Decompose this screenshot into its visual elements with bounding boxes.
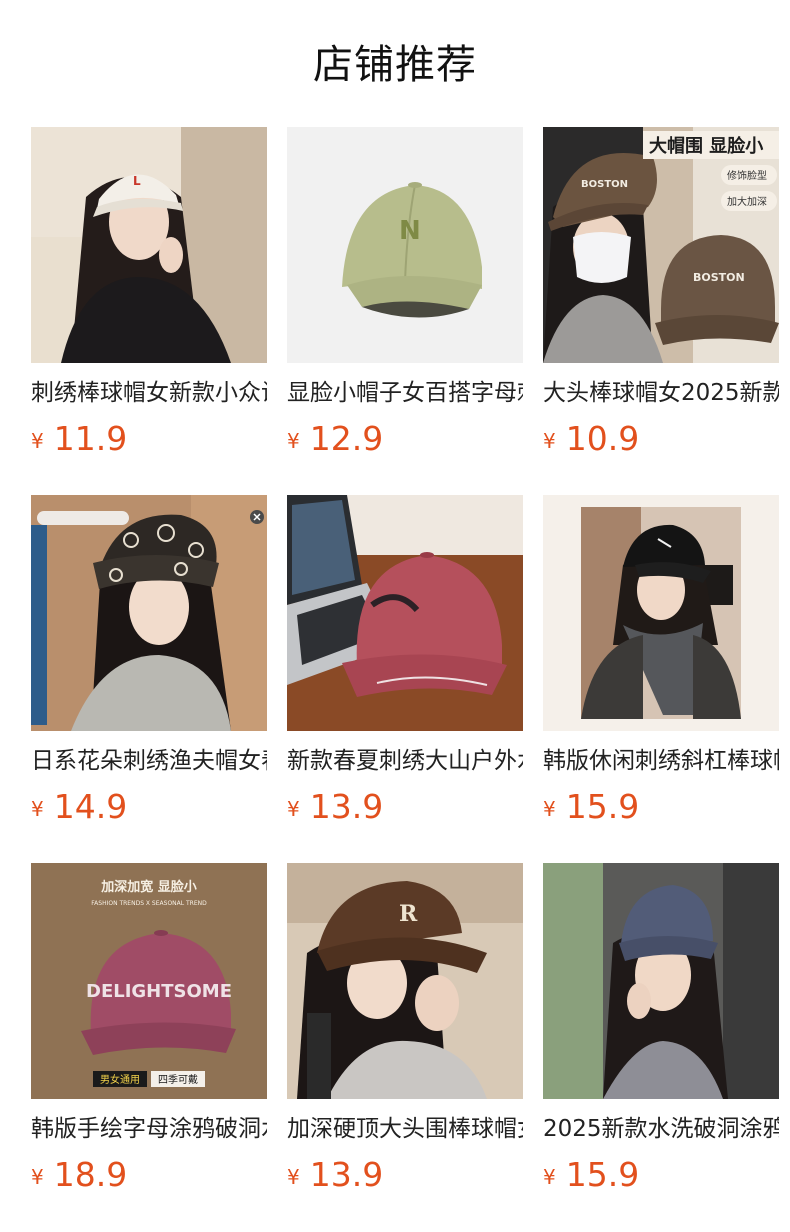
tag-text: 加大加深 [727, 195, 767, 208]
product-name: 加深硬顶大头围棒球帽女显脸小鸭舌帽 [287, 1116, 523, 1142]
svg-text:BOSTON: BOSTON [581, 179, 628, 190]
product-card[interactable]: 新款春夏刺绣大山户外水洗做旧棒球帽 ¥13.9 [287, 495, 523, 826]
currency-symbol: ¥ [287, 1165, 300, 1189]
product-name: 刺绣棒球帽女新款小众设计感百搭显脸小鸭舌帽 [31, 380, 267, 406]
product-price: ¥18.9 [31, 1155, 267, 1194]
product-price: ¥13.9 [287, 1155, 523, 1194]
currency-symbol: ¥ [287, 797, 300, 821]
tag-text: 修饰脸型 [727, 169, 767, 182]
product-card[interactable]: BOSTON BOSTON 大帽围 显脸小 修饰脸型 加大加深 大头棒球帽女20… [543, 127, 779, 458]
price-value: 15.9 [565, 1155, 640, 1194]
product-card[interactable]: 韩版休闲刺绣斜杠棒球帽女百搭鸭舌帽 ¥15.9 [543, 495, 779, 826]
product-card[interactable]: R 加深硬顶大头围棒球帽女显脸小鸭舌帽 ¥13.9 [287, 863, 523, 1194]
tagline-text: FASHION TRENDS X SEASONAL TREND [91, 900, 207, 907]
cap-print-text: DELIGHTSOME [86, 981, 232, 1002]
product-image[interactable] [543, 495, 779, 731]
product-card[interactable]: 加深加宽 显脸小 FASHION TRENDS X SEASONAL TREND… [31, 863, 267, 1194]
product-price: ¥11.9 [31, 419, 267, 458]
product-price: ¥15.9 [543, 787, 779, 826]
product-price: ¥14.9 [31, 787, 267, 826]
product-image[interactable]: 加深加宽 显脸小 FASHION TRENDS X SEASONAL TREND… [31, 863, 267, 1099]
svg-text:N: N [399, 216, 421, 246]
store-recommendations-page: 店铺推荐 L 刺绣棒球帽女新款小众 ¥ 11.9 N 显脸小帽子女百搭字母 ¥ … [0, 0, 790, 1232]
currency-symbol: ¥ [287, 429, 300, 453]
price-value: 12.9 [309, 419, 384, 458]
banner-text: 加深加宽 显脸小 [100, 879, 197, 895]
price-value: 13.9 [309, 1155, 384, 1194]
currency-symbol: ¥ [543, 1165, 556, 1189]
product-name: 日系花朵刺绣渔夫帽女春夏百搭显脸小盆帽 [31, 748, 267, 774]
product-name: 新款春夏刺绣大山户外水洗做旧棒球帽 [287, 748, 523, 774]
product-price: ¥10.9 [543, 419, 779, 458]
price-value: 14.9 [53, 787, 128, 826]
product-price: ¥13.9 [287, 787, 523, 826]
price-value: 11.9 [53, 419, 128, 458]
currency-symbol: ¥ [543, 429, 556, 453]
banner-text: 大帽围 显脸小 [649, 135, 763, 157]
product-image[interactable]: BOSTON BOSTON 大帽围 显脸小 修饰脸型 加大加深 [543, 127, 779, 363]
product-image[interactable] [287, 495, 523, 731]
product-image[interactable]: N [287, 127, 523, 363]
tag-text: 四季可戴 [158, 1073, 198, 1086]
product-price: ¥12.9 [287, 419, 523, 458]
currency-symbol: ¥ [31, 1165, 44, 1189]
page-title: 店铺推荐 [313, 42, 477, 88]
price-value: 18.9 [53, 1155, 128, 1194]
boston-logo-text: BOSTON [693, 271, 745, 284]
product-image[interactable] [543, 863, 779, 1099]
product-name: 韩版休闲刺绣斜杠棒球帽女百搭鸭舌帽 [543, 748, 779, 774]
product-card[interactable]: 2025新款水洗破洞涂鸦棒球帽女 ¥15.9 [543, 863, 779, 1194]
product-name: 2025新款水洗破洞涂鸦棒球帽女 [543, 1116, 779, 1142]
tag-text: 男女通用 [100, 1073, 140, 1086]
product-name: 显脸小帽子女百搭字母刺绣棒球帽软顶鸭舌帽 [287, 380, 523, 406]
price-value: 13.9 [309, 787, 384, 826]
product-card[interactable]: L 刺绣棒球帽女新款小众设计感百搭显脸小鸭舌帽 ¥11.9 [31, 127, 267, 458]
svg-text:R: R [399, 901, 418, 927]
price-value: 15.9 [565, 787, 640, 826]
product-price: ¥15.9 [543, 1155, 779, 1194]
product-card[interactable]: N 显脸小帽子女百搭字母刺绣棒球帽软顶鸭舌帽 ¥12.9 [287, 127, 523, 458]
currency-symbol: ¥ [31, 797, 44, 821]
product-image[interactable]: R [287, 863, 523, 1099]
product-image[interactable] [31, 495, 267, 731]
product-image[interactable]: L [31, 127, 267, 363]
product-grid: L 刺绣棒球帽女新款小众设计感百搭显脸小鸭舌帽 ¥11.9 [31, 127, 779, 1194]
product-card[interactable]: 日系花朵刺绣渔夫帽女春夏百搭显脸小盆帽 ¥14.9 [31, 495, 267, 826]
currency-symbol: ¥ [31, 429, 44, 453]
currency-symbol: ¥ [543, 797, 556, 821]
product-name: 韩版手绘字母涂鸦破洞水洗棒球帽 [31, 1116, 267, 1142]
product-name: 大头棒球帽女2025新款显脸小加深帽子 [543, 380, 779, 406]
svg-text:L: L [133, 174, 141, 188]
price-value: 10.9 [565, 419, 640, 458]
